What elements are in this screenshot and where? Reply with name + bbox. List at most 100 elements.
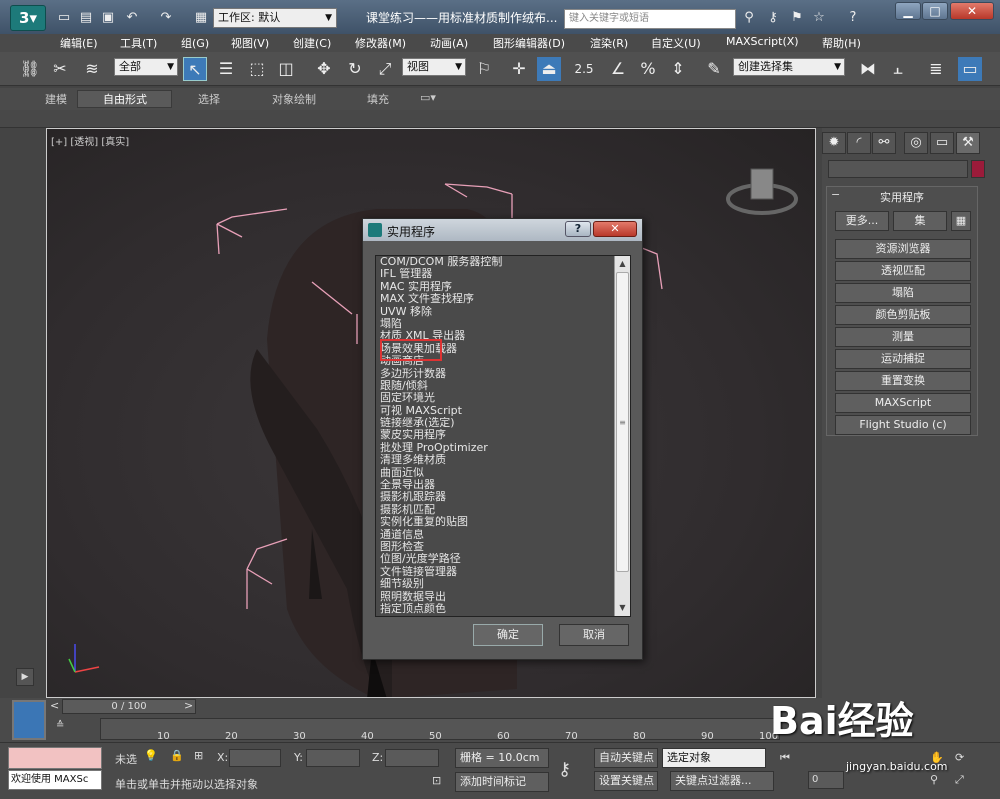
align-icon[interactable]: ⫠ (886, 57, 910, 81)
window-crossing-icon[interactable]: ◫ (274, 57, 298, 81)
configure-sets-icon[interactable]: ▦ (951, 211, 971, 231)
object-color-swatch[interactable] (971, 160, 985, 178)
rollout-title[interactable]: 实用程序 (827, 189, 977, 205)
list-item[interactable]: MAC 实用程序 (380, 281, 612, 293)
key-icon[interactable]: ⚷ (764, 9, 782, 27)
scroll-up-icon[interactable]: ▲ (615, 256, 630, 271)
auto-key-button[interactable]: 自动关键点 (594, 748, 658, 768)
keyboard-shortcut-override-icon[interactable]: ⏏ (537, 57, 561, 81)
lock-icon[interactable]: 🔒 (170, 749, 184, 762)
selection-filter-dropdown[interactable]: 全部 ▼ (114, 58, 178, 76)
save-file-icon[interactable]: ▣ (99, 9, 117, 27)
list-item[interactable]: 清理多维材质 (380, 454, 612, 466)
list-item[interactable]: 多边形计数器 (380, 368, 612, 380)
asset-browser-button[interactable]: 资源浏览器 (835, 239, 971, 259)
list-item[interactable]: 指定顶点颜色 (380, 603, 612, 615)
edit-named-selection-icon[interactable]: ✎ (702, 57, 726, 81)
modify-tab-icon[interactable]: ◜ (847, 132, 871, 154)
perspective-match-button[interactable]: 透视匹配 (835, 261, 971, 281)
key-filters-button[interactable]: 关键点过滤器... (670, 771, 774, 791)
snaps-toggle-icon[interactable]: 2.5 (572, 57, 596, 81)
named-selection-set-dropdown[interactable]: 创建选择集 ▼ (733, 58, 845, 76)
tab-modeling[interactable]: 建模 (45, 91, 67, 107)
menu-rendering[interactable]: 渲染(R) (590, 35, 628, 51)
workspace-dropdown[interactable]: 工作区: 默认 ▼ (213, 8, 337, 28)
list-item[interactable]: 固定环境光 (380, 392, 612, 404)
rotate-icon[interactable]: ↻ (343, 57, 367, 81)
list-item[interactable]: 批处理 ProOptimizer (380, 442, 612, 454)
create-tab-icon[interactable]: ✹ (822, 132, 846, 154)
measure-button[interactable]: 测量 (835, 327, 971, 347)
list-item[interactable]: MAX 文件查找程序 (380, 293, 612, 305)
ok-button[interactable]: 确定 (473, 624, 543, 646)
unlink-icon[interactable]: ✂ (48, 57, 72, 81)
bind-spacewarp-icon[interactable]: ≋ (80, 57, 104, 81)
list-item[interactable]: 位图/光度学路径 (380, 553, 612, 565)
maxscript-button[interactable]: MAXScript (835, 393, 971, 413)
search-input[interactable]: 键入关键字或短语 (564, 9, 736, 29)
isolate-icon[interactable]: 💡 (144, 749, 158, 762)
selected-object-dropdown[interactable]: 选定对象 (662, 748, 766, 768)
list-item[interactable]: 可视 MAXScript (380, 405, 612, 417)
tab-object-paint[interactable]: 对象绘制 (272, 91, 316, 107)
absolute-mode-icon[interactable]: ⊞ (194, 749, 203, 762)
binoculars-icon[interactable]: ⚲ (740, 9, 758, 27)
menu-animation[interactable]: 动画(A) (430, 35, 468, 51)
time-prev-icon[interactable]: < (50, 699, 59, 712)
help-icon[interactable]: ? (844, 9, 862, 27)
more-button[interactable]: 更多... (835, 211, 889, 231)
menu-edit[interactable]: 编辑(E) (60, 35, 98, 51)
menu-modifiers[interactable]: 修改器(M) (355, 35, 406, 51)
tab-selection[interactable]: 选择 (198, 91, 220, 107)
play-icon[interactable]: ▶ (16, 668, 34, 686)
dialog-help-button[interactable]: ? (565, 221, 591, 237)
list-item[interactable]: 细节级别 (380, 578, 612, 590)
scale-icon[interactable]: ⤢ (373, 57, 397, 81)
go-to-start-icon[interactable]: ⏮ (780, 751, 790, 765)
menu-maxscript[interactable]: MAXScript(X) (726, 35, 799, 48)
utilities-tab-icon[interactable]: ⚒ (956, 132, 980, 154)
angle-snap-icon[interactable]: ∠ (606, 57, 630, 81)
list-item[interactable]: 图形检查 (380, 541, 612, 553)
object-name-field[interactable] (828, 160, 968, 178)
maximize-button[interactable]: □ (922, 2, 948, 20)
new-file-icon[interactable]: ▭ (55, 9, 73, 27)
hierarchy-tab-icon[interactable]: ⚯ (872, 132, 896, 154)
list-item[interactable]: 实例化重复的贴图 (380, 516, 612, 528)
menu-views[interactable]: 视图(V) (231, 35, 269, 51)
menu-help[interactable]: 帮助(H) (822, 35, 861, 51)
spinner-snap-icon[interactable]: ⇕ (666, 57, 690, 81)
collapse-button[interactable]: 塌陷 (835, 283, 971, 303)
connect-icon[interactable]: ⚑ (788, 9, 806, 27)
menu-graph-editors[interactable]: 图形编辑器(D) (493, 35, 565, 51)
viewport-layout-button[interactable] (12, 700, 46, 740)
open-file-icon[interactable]: ▤ (77, 9, 95, 27)
percent-snap-icon[interactable]: % (636, 57, 660, 81)
link-icon[interactable]: ⛓ (18, 57, 42, 81)
cancel-button[interactable]: 取消 (559, 624, 629, 646)
menu-tools[interactable]: 工具(T) (120, 35, 157, 51)
set-key-icon[interactable]: ⚷ (558, 759, 571, 780)
orbit-icon[interactable]: ⟳ (955, 751, 964, 764)
tab-populate[interactable]: 填充 (367, 91, 389, 107)
display-tab-icon[interactable]: ▭ (930, 132, 954, 154)
dialog-close-button[interactable]: ✕ (593, 221, 637, 237)
maxscript-output[interactable]: 欢迎使用 MAXSc (8, 770, 102, 790)
scroll-down-icon[interactable]: ▼ (615, 600, 630, 615)
time-slider[interactable]: 0 / 100 (62, 699, 196, 714)
sets-button[interactable]: 集 (893, 211, 947, 231)
select-by-name-icon[interactable]: ☰ (214, 57, 238, 81)
redo-icon[interactable]: ↷ (157, 9, 175, 27)
list-item[interactable]: 曲面近似 (380, 467, 612, 479)
minimize-button[interactable]: ▁ (895, 2, 921, 20)
app-menu-button[interactable]: 3▾ (10, 5, 46, 31)
add-time-tag[interactable]: 添加时间标记 (455, 772, 549, 792)
reference-coordinate-dropdown[interactable]: 视图 ▼ (402, 58, 466, 76)
list-item[interactable]: 摄影机跟踪器 (380, 491, 612, 503)
move-icon[interactable]: ✥ (312, 57, 336, 81)
list-item[interactable]: 文件链接管理器 (380, 566, 612, 578)
list-item[interactable]: 照明数据导出 (380, 591, 612, 603)
layer-manager-icon[interactable]: ≣ (924, 57, 948, 81)
mirror-icon[interactable]: ⧓ (856, 57, 880, 81)
select-object-icon[interactable]: ↖ (183, 57, 207, 81)
